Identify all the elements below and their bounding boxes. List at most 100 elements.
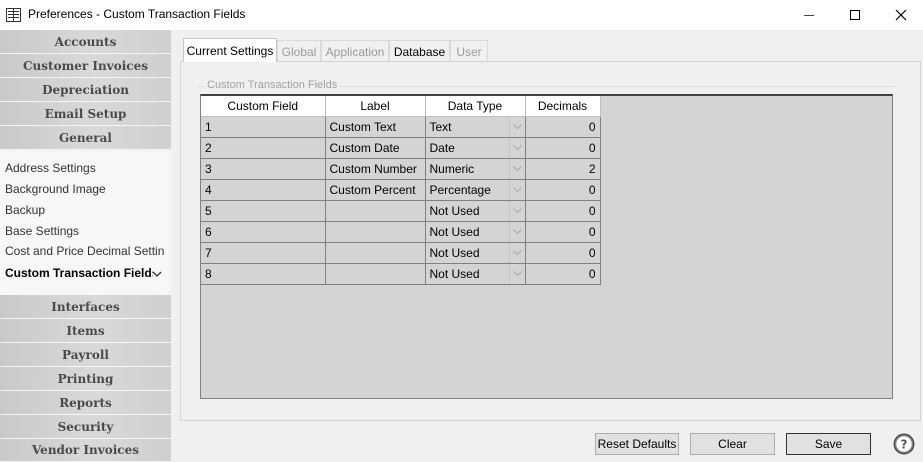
cell-label[interactable] — [325, 221, 426, 243]
cell-custom-field[interactable]: 4 — [201, 179, 326, 201]
column-header-label[interactable]: Label — [325, 96, 426, 117]
cell-data-type[interactable]: Percentage — [425, 179, 526, 201]
cell-data-type-text: Date — [429, 140, 455, 155]
cell-custom-field[interactable]: 3 — [201, 158, 326, 180]
cell-custom-field[interactable]: 2 — [201, 137, 326, 159]
column-header-data-type[interactable]: Data Type — [425, 96, 526, 117]
title-bar: Preferences - Custom Transaction Fields — [0, 0, 923, 30]
sidebar-section-payroll[interactable]: Payroll — [0, 343, 171, 367]
maximize-button[interactable] — [832, 0, 878, 30]
sidebar-section-vendor-invoices[interactable]: Vendor Invoices — [0, 439, 171, 462]
column-header-decimals[interactable]: Decimals — [525, 96, 601, 117]
sidebar-section-printing[interactable]: Printing — [0, 367, 171, 391]
help-icon[interactable]: ? — [893, 433, 915, 455]
cell-custom-field-text: 2 — [205, 140, 212, 155]
sidebar-section-items[interactable]: Items — [0, 319, 171, 343]
cell-custom-field[interactable]: 6 — [201, 221, 326, 243]
cell-label[interactable] — [325, 200, 426, 222]
tab-global[interactable]: Global — [277, 40, 321, 62]
dropdown-arrow-icon[interactable] — [508, 116, 525, 137]
sidebar-item-background-image[interactable]: Background Image — [5, 182, 165, 196]
table-row[interactable]: 1 Custom Text Text 0 — [201, 116, 601, 138]
tab-application[interactable]: Application — [321, 40, 389, 62]
app-icon — [6, 8, 21, 22]
cell-label[interactable]: Custom Percent — [325, 179, 426, 201]
sidebar-item-cost-price-decimal[interactable]: Cost and Price Decimal Settin... — [5, 244, 165, 258]
cell-custom-field[interactable]: 5 — [201, 200, 326, 222]
cell-label[interactable]: Custom Date — [325, 137, 426, 159]
dropdown-arrow-icon[interactable] — [508, 179, 525, 200]
cell-data-type[interactable]: Not Used — [425, 200, 526, 222]
cell-data-type-text: Percentage — [429, 182, 491, 197]
cell-decimals[interactable]: 0 — [525, 242, 601, 264]
sidebar-item-custom-transaction-fields[interactable]: Custom Transaction Fields — [5, 266, 153, 280]
dropdown-arrow-icon[interactable] — [508, 263, 525, 284]
cell-decimals-text: 0 — [588, 182, 596, 197]
cell-data-type[interactable]: Numeric — [425, 158, 526, 180]
cell-custom-field-text: 1 — [205, 119, 212, 134]
cell-decimals[interactable]: 0 — [525, 263, 601, 285]
cell-data-type-text: Not Used — [429, 245, 480, 260]
close-button[interactable] — [878, 0, 923, 30]
cell-label[interactable]: Custom Number — [325, 158, 426, 180]
sidebar-section-accounts[interactable]: Accounts — [0, 30, 171, 54]
close-icon — [895, 9, 907, 21]
cell-decimals[interactable]: 0 — [525, 179, 601, 201]
cell-data-type[interactable]: Text — [425, 116, 526, 138]
tab-current-settings[interactable]: Current Settings — [183, 38, 277, 62]
cell-label-text: Custom Percent — [329, 182, 416, 197]
cell-decimals[interactable]: 0 — [525, 116, 601, 138]
save-button[interactable]: Save — [786, 433, 871, 455]
cell-label[interactable] — [325, 242, 426, 264]
column-header-custom-field[interactable]: Custom Field — [201, 96, 326, 117]
reset-defaults-button[interactable]: Reset Defaults — [595, 433, 679, 455]
cell-data-type[interactable]: Date — [425, 137, 526, 159]
sidebar-item-address-settings[interactable]: Address Settings — [5, 161, 165, 175]
table-row[interactable]: 8 Not Used 0 — [201, 263, 601, 285]
table-row[interactable]: 2 Custom Date Date 0 — [201, 137, 601, 159]
dropdown-arrow-icon[interactable] — [508, 242, 525, 263]
cell-decimals[interactable]: 0 — [525, 221, 601, 243]
sidebar-section-customer-invoices[interactable]: Customer Invoices — [0, 54, 171, 78]
tab-database[interactable]: Database — [389, 40, 450, 62]
cell-decimals[interactable]: 0 — [525, 200, 601, 222]
sidebar-section-depreciation[interactable]: Depreciation — [0, 78, 171, 102]
cell-custom-field[interactable]: 1 — [201, 116, 326, 138]
cell-custom-field[interactable]: 7 — [201, 242, 326, 264]
dropdown-arrow-icon[interactable] — [508, 221, 525, 242]
sidebar: Accounts Customer Invoices Depreciation … — [0, 30, 171, 462]
dropdown-arrow-icon[interactable] — [508, 200, 525, 221]
sidebar-item-backup[interactable]: Backup — [5, 203, 165, 217]
sidebar-section-email-setup[interactable]: Email Setup — [0, 102, 171, 126]
svg-text:?: ? — [901, 438, 908, 452]
cell-label[interactable]: Custom Text — [325, 116, 426, 138]
sidebar-item-base-settings[interactable]: Base Settings — [5, 224, 165, 238]
table-row[interactable]: 5 Not Used 0 — [201, 200, 601, 222]
cell-custom-field[interactable]: 8 — [201, 263, 326, 285]
clear-button[interactable]: Clear — [690, 433, 775, 455]
cell-custom-field-text: 3 — [205, 161, 212, 176]
cell-data-type[interactable]: Not Used — [425, 221, 526, 243]
table-row[interactable]: 7 Not Used 0 — [201, 242, 601, 264]
sidebar-section-reports[interactable]: Reports — [0, 391, 171, 415]
table-row[interactable]: 4 Custom Percent Percentage 0 — [201, 179, 601, 201]
cell-data-type[interactable]: Not Used — [425, 263, 526, 285]
sidebar-section-security[interactable]: Security — [0, 415, 171, 439]
dropdown-arrow-icon[interactable] — [508, 158, 525, 179]
cell-label-text: Custom Text — [329, 119, 396, 134]
cell-decimals[interactable]: 0 — [525, 137, 601, 159]
cell-label[interactable] — [325, 263, 426, 285]
table-row[interactable]: 6 Not Used 0 — [201, 221, 601, 243]
cell-decimals[interactable]: 2 — [525, 158, 601, 180]
minimize-button[interactable] — [786, 0, 832, 30]
dropdown-arrow-icon[interactable] — [508, 137, 525, 158]
sidebar-section-interfaces[interactable]: Interfaces — [0, 295, 171, 319]
cell-decimals-text: 0 — [588, 203, 596, 218]
table-row[interactable]: 3 Custom Number Numeric 2 — [201, 158, 601, 180]
custom-fields-grid: Custom Field Label Data Type Decimals 1 C… — [201, 96, 601, 285]
cell-custom-field-text: 7 — [205, 245, 212, 260]
sidebar-section-general[interactable]: General — [0, 126, 171, 150]
cell-custom-field-text: 5 — [205, 203, 212, 218]
cell-data-type[interactable]: Not Used — [425, 242, 526, 264]
tab-user[interactable]: User — [450, 40, 488, 62]
